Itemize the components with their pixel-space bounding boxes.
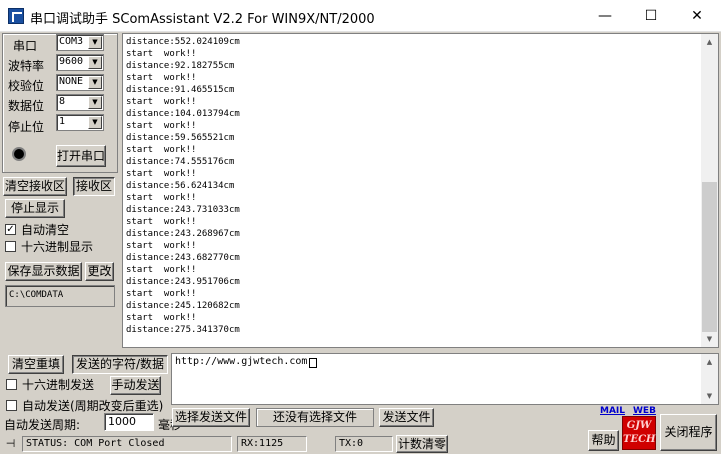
help-button[interactable]: 帮助 (588, 430, 619, 451)
hex-display-label: 十六进制显示 (21, 240, 94, 254)
stopbits-label: 停止位 (8, 120, 45, 134)
logo-line-2: TECH (623, 434, 656, 445)
receive-scrollbar[interactable]: ▲ ▼ (701, 34, 718, 347)
mail-link[interactable]: MAIL (600, 406, 625, 416)
window-title: 串口调试助手 SComAssistant V2.2 For WIN9X/NT/2… (30, 12, 375, 27)
baud-select[interactable]: 9600 ▼ (56, 54, 104, 71)
stopbits-select[interactable]: 1 ▼ (56, 114, 104, 131)
clear-receive-button[interactable]: 清空接收区 (3, 177, 67, 196)
close-window-button[interactable]: ✕ (674, 0, 720, 32)
port-value: COM3 (59, 36, 84, 47)
chevron-down-icon[interactable]: ▼ (88, 96, 102, 109)
logo-line-1: GJW (626, 420, 652, 431)
period-input[interactable]: 1000 (104, 413, 154, 431)
port-label: 串口 (13, 39, 38, 53)
rx-count: RX:1125 (237, 436, 307, 452)
file-status-text: 还没有选择文件 (256, 408, 374, 427)
databits-select[interactable]: 8 ▼ (56, 94, 104, 111)
maximize-button[interactable]: ☐ (628, 0, 674, 32)
hex-send-checkbox[interactable] (6, 379, 17, 390)
gjwtech-logo[interactable]: GJW TECH (622, 416, 656, 450)
auto-send-checkbox[interactable] (6, 400, 17, 411)
title-bar: 串口调试助手 SComAssistant V2.2 For WIN9X/NT/2… (0, 0, 721, 32)
check-icon: ✓ (6, 224, 15, 235)
clear-resend-button[interactable]: 清空重填 (8, 355, 64, 374)
send-file-button[interactable]: 发送文件 (379, 408, 434, 427)
baud-label: 波特率 (8, 59, 45, 73)
status-pin-icon: ⊣ (5, 437, 16, 450)
close-program-button[interactable]: 关闭程序 (660, 414, 717, 451)
reset-count-button[interactable]: 计数清零 (396, 435, 448, 453)
app-icon (8, 8, 24, 24)
port-status-indicator-icon (12, 147, 26, 161)
send-text: http://www.gjwtech.com (175, 356, 308, 367)
stop-display-button[interactable]: 停止显示 (5, 199, 65, 218)
receive-text: distance:552.024109cm start work!! dista… (126, 37, 240, 335)
hex-send-label: 十六进制发送 (22, 378, 95, 392)
save-path-field: C:\COMDATA (5, 285, 115, 307)
baud-value: 9600 (59, 56, 84, 67)
scroll-down-icon[interactable]: ▼ (701, 388, 718, 404)
status-text: STATUS: COM Port Closed (22, 436, 232, 452)
receive-text-area[interactable]: distance:552.024109cm start work!! dista… (122, 33, 719, 348)
scroll-up-icon[interactable]: ▲ (701, 354, 718, 370)
chevron-down-icon[interactable]: ▼ (88, 56, 102, 69)
databits-value: 8 (59, 96, 66, 107)
parity-label: 校验位 (8, 79, 45, 93)
port-select[interactable]: COM3 ▼ (56, 34, 104, 51)
hex-display-checkbox[interactable] (5, 241, 16, 252)
scroll-down-icon[interactable]: ▼ (701, 331, 718, 347)
send-area-label: 发送的字符/数据 (72, 355, 168, 374)
parity-value: NONE (59, 76, 84, 87)
stopbits-value: 1 (59, 116, 66, 127)
minimize-button[interactable]: — (582, 0, 628, 32)
send-text-area[interactable]: http://www.gjwtech.com ▲ ▼ (171, 353, 719, 405)
text-cursor-icon (309, 358, 317, 368)
auto-send-label: 自动发送(周期改变后重选) (22, 399, 164, 413)
open-port-button[interactable]: 打开串口 (56, 145, 106, 167)
auto-clear-checkbox[interactable]: ✓ (5, 224, 16, 235)
parity-select[interactable]: NONE ▼ (56, 74, 104, 91)
scroll-up-icon[interactable]: ▲ (701, 34, 718, 50)
auto-clear-label: 自动清空 (21, 223, 70, 237)
manual-send-button[interactable]: 手动发送 (110, 376, 161, 395)
change-path-button[interactable]: 更改 (85, 262, 114, 281)
web-link[interactable]: WEB (633, 406, 656, 416)
save-data-button[interactable]: 保存显示数据 (5, 262, 82, 281)
chevron-down-icon[interactable]: ▼ (88, 116, 102, 129)
send-scrollbar[interactable]: ▲ ▼ (701, 354, 718, 404)
receive-scroll-thumb[interactable] (702, 182, 717, 332)
chevron-down-icon[interactable]: ▼ (88, 36, 102, 49)
chevron-down-icon[interactable]: ▼ (88, 76, 102, 89)
select-send-file-button[interactable]: 选择发送文件 (172, 408, 250, 427)
receive-area-label: 接收区 (73, 177, 115, 196)
period-label: 自动发送周期: (4, 418, 81, 432)
databits-label: 数据位 (8, 99, 45, 113)
tx-count: TX:0 (335, 436, 393, 452)
